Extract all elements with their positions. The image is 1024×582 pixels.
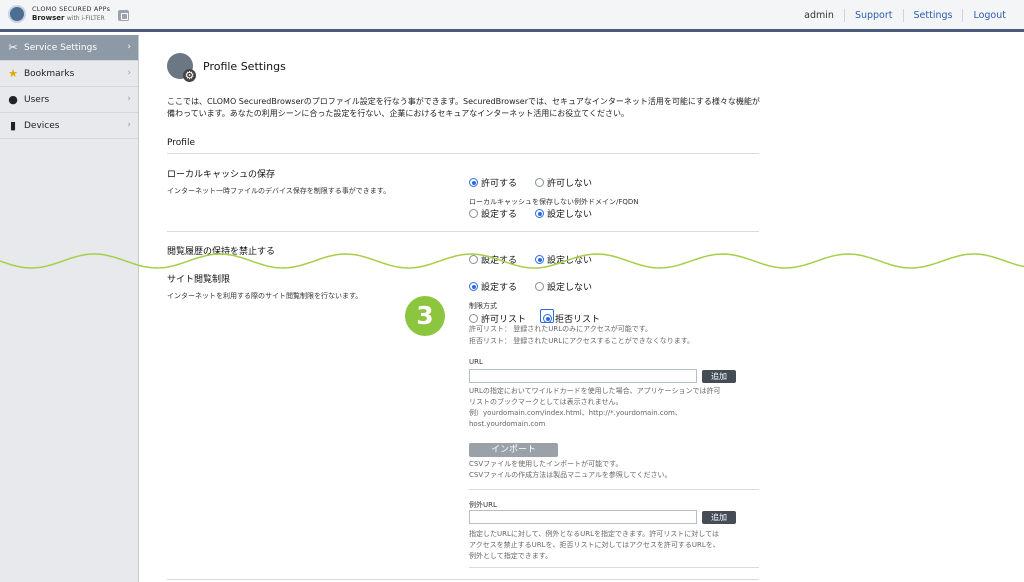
sidebar-item-label: Service Settings (24, 42, 98, 53)
logout-link[interactable]: Logout (962, 9, 1016, 22)
radio-checked[interactable] (543, 314, 552, 323)
cache-exception-unset-option[interactable]: 設定しない (535, 207, 592, 220)
brand-product: Browser (32, 14, 65, 22)
chevron-right-icon: › (127, 68, 131, 78)
cache-deny-option[interactable]: 許可しない (535, 176, 592, 189)
wave-cut-line (0, 253, 1024, 269)
import-help-1: CSVファイルを使用したインポートが可能です。 (469, 460, 623, 468)
divider (167, 579, 759, 580)
settings-link[interactable]: Settings (902, 9, 963, 22)
radio-unchecked[interactable] (469, 209, 478, 218)
radio-unchecked[interactable] (469, 314, 478, 323)
page-intro: ここでは、CLOMO SecuredBrowserのプロファイル設定を行なう事が… (167, 97, 760, 118)
restrict-unset-option[interactable]: 設定しない (535, 280, 592, 293)
user-icon: ● (8, 92, 18, 106)
radio-checked[interactable] (469, 178, 478, 187)
user-name: admin (804, 10, 834, 21)
radio-checked[interactable] (469, 282, 478, 291)
sidebar-item-service-settings[interactable]: ✂ Service Settings › (0, 35, 138, 61)
restrict-set-option[interactable]: 設定する (469, 280, 517, 293)
brand-line1: CLOMO SECURED APPs (32, 5, 111, 13)
exception-help-2: アクセスを禁止するURLを、拒否リストに対してはアクセスを許可するURLを、 (469, 541, 720, 549)
sidebar-item-bookmarks[interactable]: ★ Bookmarks › (0, 61, 138, 87)
cache-desc: インターネット一時ファイルのデバイス保存を制限する事ができます。 (167, 187, 391, 195)
sidebar-toggle-icon[interactable] (118, 10, 129, 21)
import-help-2: CSVファイルの作成方法は製品マニュアルを参照してください。 (469, 471, 672, 479)
url-help-3: 例）yourdomain.com/index.html、http://*.you… (469, 409, 682, 417)
chevron-right-icon: › (127, 94, 131, 104)
import-button[interactable]: インポート (469, 443, 558, 457)
profile-settings-icon (167, 53, 196, 82)
sidebar-item-label: Users (24, 94, 50, 105)
option-label: 許可しない (547, 179, 593, 189)
star-icon: ★ (8, 66, 18, 80)
radio-unchecked[interactable] (535, 178, 544, 187)
sidebar: ✂ Service Settings › ★ Bookmarks › ● Use… (0, 35, 139, 582)
url-help-1: URLの指定においてワイルドカードを使用した場合、アプリケーションでは許可 (469, 387, 721, 395)
url-help-2: リストのブックマークとしては表示されません。 (469, 398, 623, 406)
top-bar: CLOMO SECURED APPs Browser with i-FILTER… (0, 0, 1024, 32)
add-exception-url-button[interactable]: 追加 (702, 511, 736, 524)
device-icon: ▮ (9, 118, 17, 132)
cache-exception-label: ローカルキャッシュを保存しない例外ドメイン/FQDN (469, 198, 639, 206)
brand-text: CLOMO SECURED APPs Browser with i-FILTER (32, 5, 110, 23)
exception-url-input[interactable] (469, 510, 697, 524)
chevron-right-icon: › (127, 120, 131, 130)
option-label: 設定する (481, 283, 518, 293)
cache-label: ローカルキャッシュの保存 (167, 170, 276, 180)
radio-checked[interactable] (535, 209, 544, 218)
exception-url-label: 例外URL (469, 501, 497, 509)
divider (469, 489, 759, 490)
top-nav: admin Support Settings Logout (794, 9, 1016, 22)
support-link[interactable]: Support (843, 9, 903, 22)
section-title: Profile (167, 138, 195, 148)
url-input[interactable] (469, 369, 697, 383)
page-header: Profile Settings (167, 53, 286, 82)
option-label: 許可する (481, 179, 518, 189)
restrict-method-label: 制限方式 (469, 302, 497, 310)
sidebar-item-devices[interactable]: ▮ Devices › (0, 113, 138, 139)
divider (167, 153, 759, 154)
option-label: 設定しない (547, 210, 593, 220)
divider (167, 231, 759, 232)
sidebar-item-label: Bookmarks (24, 68, 75, 79)
brand[interactable]: CLOMO SECURED APPs Browser with i-FILTER (8, 5, 110, 23)
brand-line2: Browser with i-FILTER (32, 14, 110, 23)
allowlist-help: 許可リスト： 登録されたURLのみにアクセスが可能です。 (469, 325, 653, 333)
divider (469, 567, 759, 568)
option-label: 設定する (481, 210, 518, 220)
sidebar-item-users[interactable]: ● Users › (0, 87, 138, 113)
exception-help-1: 指定したURLに対して、例外となるURLを指定できます。許可リストに対しては (469, 530, 719, 538)
step-badge: 3 (405, 296, 445, 336)
add-url-button[interactable]: 追加 (702, 370, 736, 383)
globe-logo-icon (8, 5, 26, 23)
restrict-desc: インターネットを利用する際のサイト閲覧制限を行ないます。 (167, 292, 363, 300)
exception-help-3: 例外として指定できます。 (469, 552, 553, 560)
denylist-help: 拒否リスト： 登録されたURLにアクセスすることができなくなります。 (469, 337, 695, 345)
chevron-right-icon: › (127, 42, 131, 52)
cache-allow-option[interactable]: 許可する (469, 176, 517, 189)
cache-exception-set-option[interactable]: 設定する (469, 207, 517, 220)
url-label: URL (469, 358, 483, 366)
brand-suffix: with i-FILTER (66, 15, 105, 22)
wrench-icon: ✂ (8, 40, 18, 54)
sidebar-item-label: Devices (24, 120, 60, 131)
url-help-4: host.yourdomain.com (469, 420, 546, 428)
wave-line (0, 253, 1024, 269)
option-label: 設定しない (547, 283, 593, 293)
radio-unchecked[interactable] (535, 282, 544, 291)
page-title: Profile Settings (203, 59, 286, 73)
